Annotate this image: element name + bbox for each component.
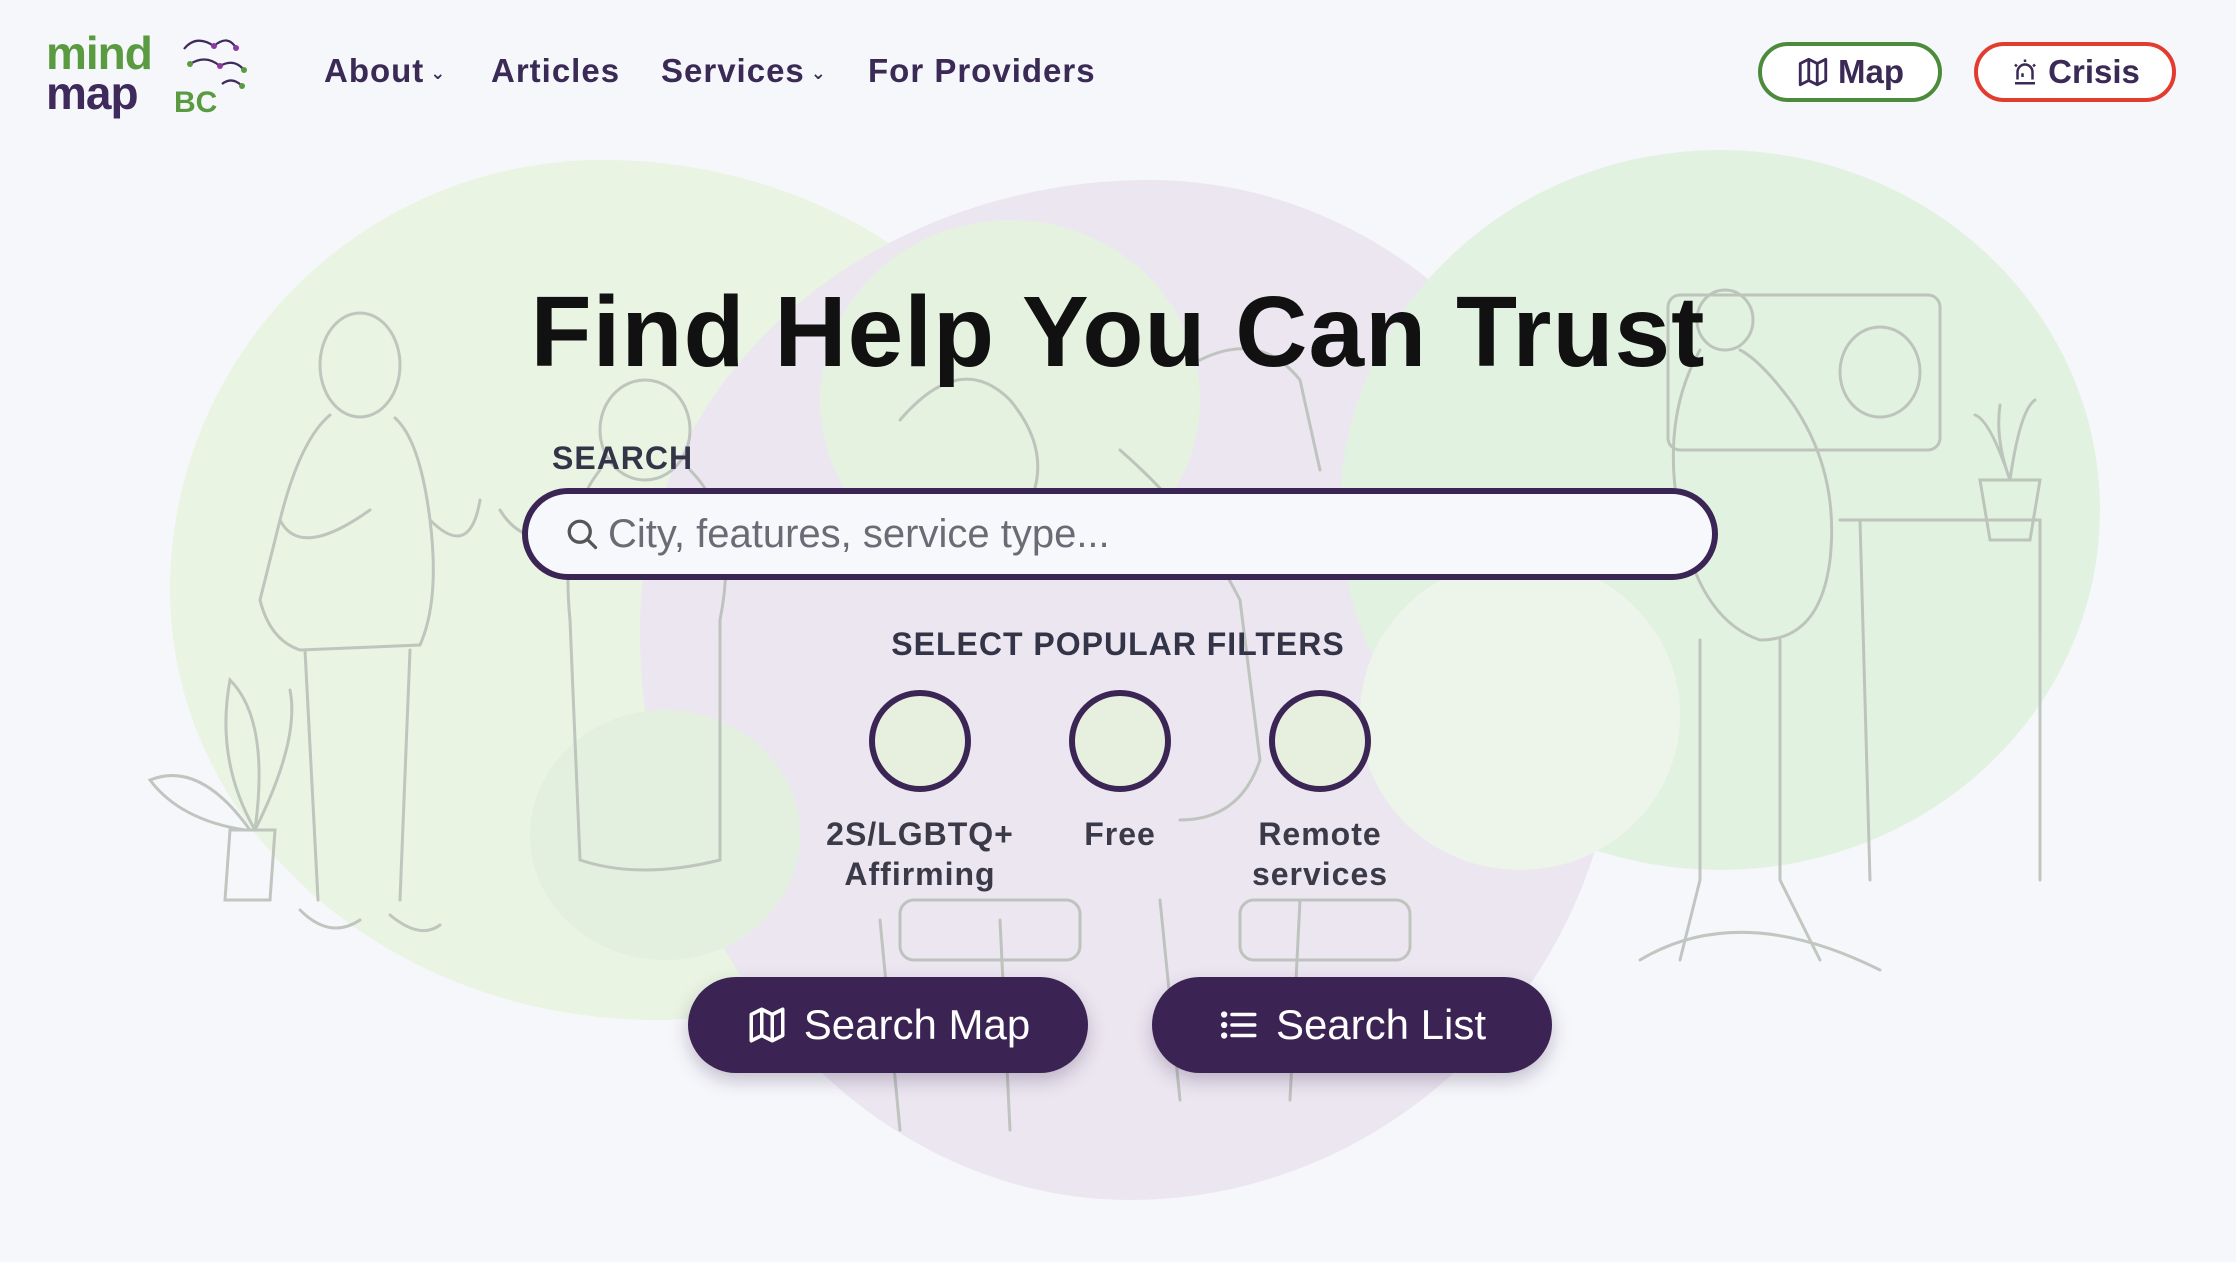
search-map-label: Search Map [803, 1001, 1031, 1048]
filter-label-line: Affirming [844, 856, 996, 892]
filter-2slgbtq-affirming[interactable]: 2S/LGBTQ+ Affirming [810, 690, 1030, 894]
filter-label-line: Remote [1258, 816, 1382, 852]
filter-label: 2S/LGBTQ+ Affirming [810, 814, 1030, 894]
search-list-button[interactable]: Search List [1152, 977, 1552, 1073]
crisis-button[interactable]: Crisis [1974, 42, 2176, 102]
search-input[interactable] [606, 510, 1710, 558]
filter-remote-services[interactable]: Remote services [1210, 690, 1430, 894]
search-icon [567, 519, 598, 550]
background-blob [530, 710, 800, 960]
nav-about-label: About [324, 52, 425, 89]
filters-label: SELECT POPULAR FILTERS [891, 626, 1345, 662]
mindmap-bc-logo[interactable]: mind map BC [46, 24, 276, 128]
filter-label-line: 2S/LGBTQ+ [826, 816, 1014, 852]
crisis-button-label: Crisis [2048, 53, 2140, 90]
filter-toggle[interactable] [1069, 690, 1171, 792]
filter-toggle[interactable] [1269, 690, 1371, 792]
search-field[interactable] [522, 488, 1718, 580]
nav-providers-label: For Providers [868, 52, 1096, 89]
map-icon [749, 1007, 785, 1043]
nav-articles-label: Articles [491, 52, 621, 89]
filter-label-line: Free [1084, 816, 1156, 852]
nav-services[interactable]: Services ⌄ [661, 52, 827, 90]
filter-toggle[interactable] [869, 690, 971, 792]
page-title: Find Help You Can Trust [530, 276, 1706, 388]
logo-network-icon [183, 39, 247, 89]
list-icon [1220, 1011, 1257, 1039]
filter-label: Remote services [1210, 814, 1430, 894]
filter-label-line: services [1251, 856, 1389, 892]
chevron-down-icon: ⌄ [810, 62, 827, 83]
search-list-label: Search List [1275, 1001, 1487, 1048]
search-label: SEARCH [552, 440, 694, 476]
map-icon [1798, 57, 1828, 87]
nav-about[interactable]: About ⌄ [324, 52, 446, 90]
nav-for-providers[interactable]: For Providers [868, 52, 1096, 90]
search-map-button[interactable]: Search Map [688, 977, 1088, 1073]
nav-services-label: Services [661, 52, 805, 89]
chevron-down-icon: ⌄ [430, 62, 447, 83]
filter-free[interactable]: Free [1010, 690, 1230, 854]
siren-icon [2014, 59, 2037, 85]
logo-word-map: map [46, 67, 139, 119]
filter-label: Free [1010, 814, 1230, 854]
nav-articles[interactable]: Articles [491, 52, 620, 90]
map-button[interactable]: Map [1758, 42, 1942, 102]
map-button-label: Map [1838, 53, 1904, 90]
